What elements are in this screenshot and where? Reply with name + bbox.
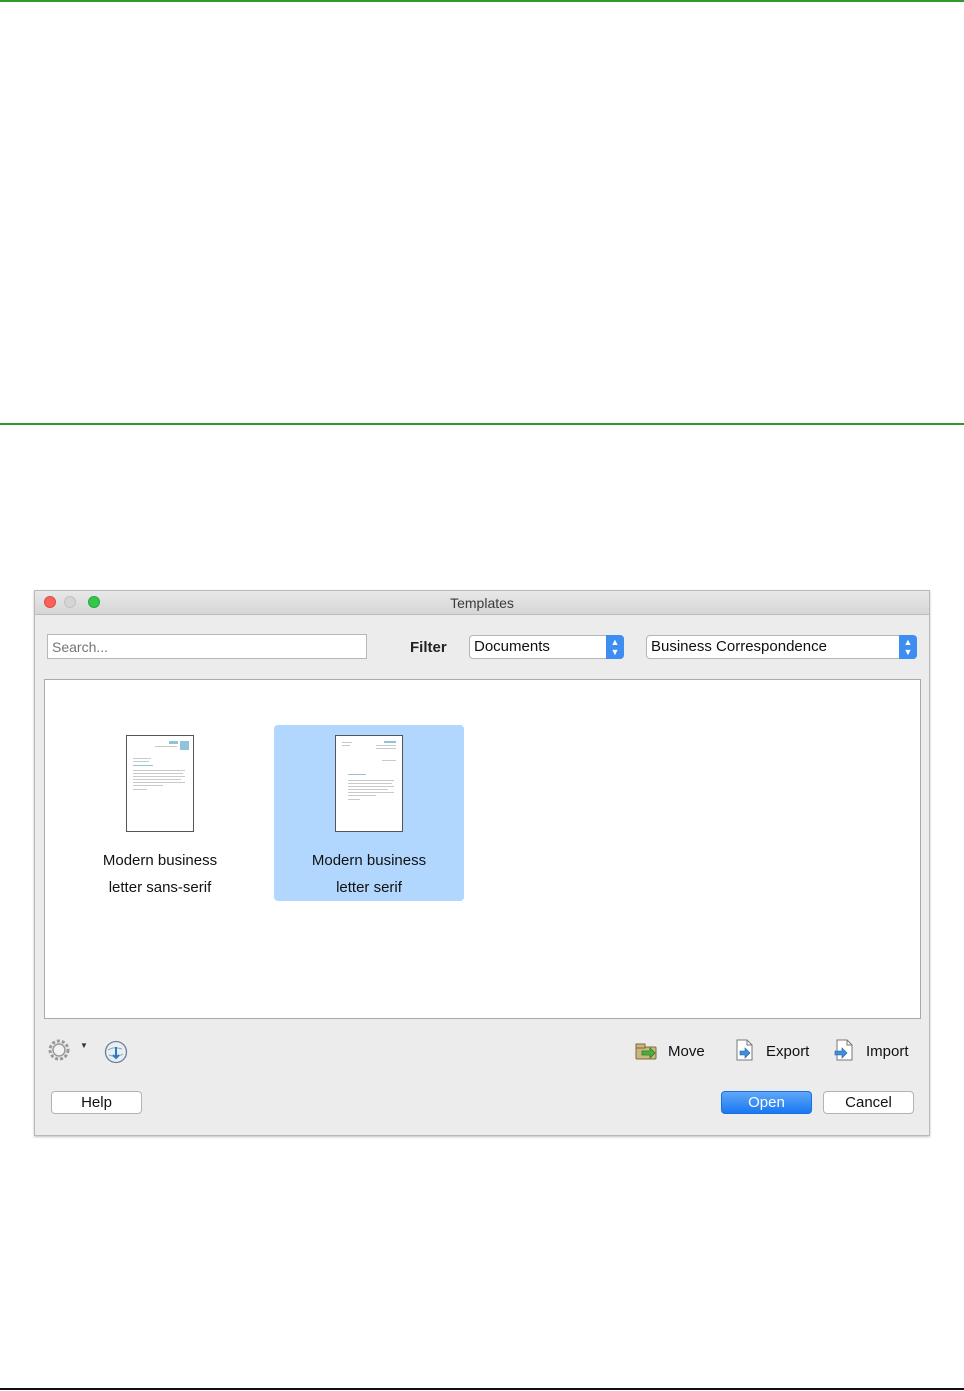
top-green-rule — [0, 0, 964, 2]
chevron-down-icon[interactable]: ▼ — [80, 1041, 88, 1050]
template-label: Modern business letter sans-serif — [65, 847, 255, 901]
select-arrows-icon: ▲ ▼ — [606, 635, 624, 659]
template-label: Modern business letter serif — [274, 847, 464, 901]
template-item[interactable]: Modern business letter sans-serif — [65, 725, 255, 901]
template-label-line: Modern business — [102, 852, 218, 869]
import-icon — [834, 1039, 853, 1061]
template-label-line: letter serif — [336, 879, 402, 896]
template-gallery[interactable]: Modern business letter sans-serif Modern… — [44, 679, 921, 1019]
template-label-line: letter sans-serif — [108, 879, 212, 896]
open-button[interactable]: Open — [721, 1091, 812, 1114]
template-label-line: Modern business — [311, 852, 427, 869]
template-item-selected[interactable]: Modern business letter serif — [274, 725, 464, 901]
middle-green-rule — [0, 423, 964, 425]
gear-icon[interactable] — [47, 1038, 71, 1062]
category-select[interactable]: Business Correspondence ▲ ▼ — [646, 635, 917, 659]
bottom-page-rule — [0, 1388, 964, 1390]
export-label: Export — [766, 1043, 810, 1060]
web-repository-icon[interactable] — [104, 1040, 128, 1064]
select-arrows-icon: ▲ ▼ — [899, 635, 917, 659]
filter-label: Filter — [410, 639, 447, 656]
import-label: Import — [866, 1043, 909, 1060]
templates-dialog: Templates Filter Documents ▲▼ Business C… — [34, 590, 930, 1136]
export-button[interactable]: Export — [732, 1038, 812, 1064]
cancel-button[interactable]: Cancel — [823, 1091, 914, 1114]
title-bar: Templates — [35, 591, 929, 615]
move-label: Move — [668, 1043, 705, 1060]
template-thumbnail — [335, 735, 403, 832]
document-type-value: Documents — [474, 638, 550, 655]
template-thumbnail — [126, 735, 194, 832]
category-value: Business Correspondence — [651, 638, 827, 655]
search-input[interactable] — [47, 634, 367, 659]
move-icon — [635, 1043, 657, 1060]
export-icon — [736, 1039, 753, 1061]
document-type-select[interactable]: Documents ▲ ▼ — [469, 635, 624, 659]
move-button[interactable]: Move — [634, 1038, 714, 1064]
help-button[interactable]: Help — [51, 1091, 142, 1114]
window-title: Templates — [450, 595, 514, 611]
import-button[interactable]: Import — [832, 1038, 917, 1064]
